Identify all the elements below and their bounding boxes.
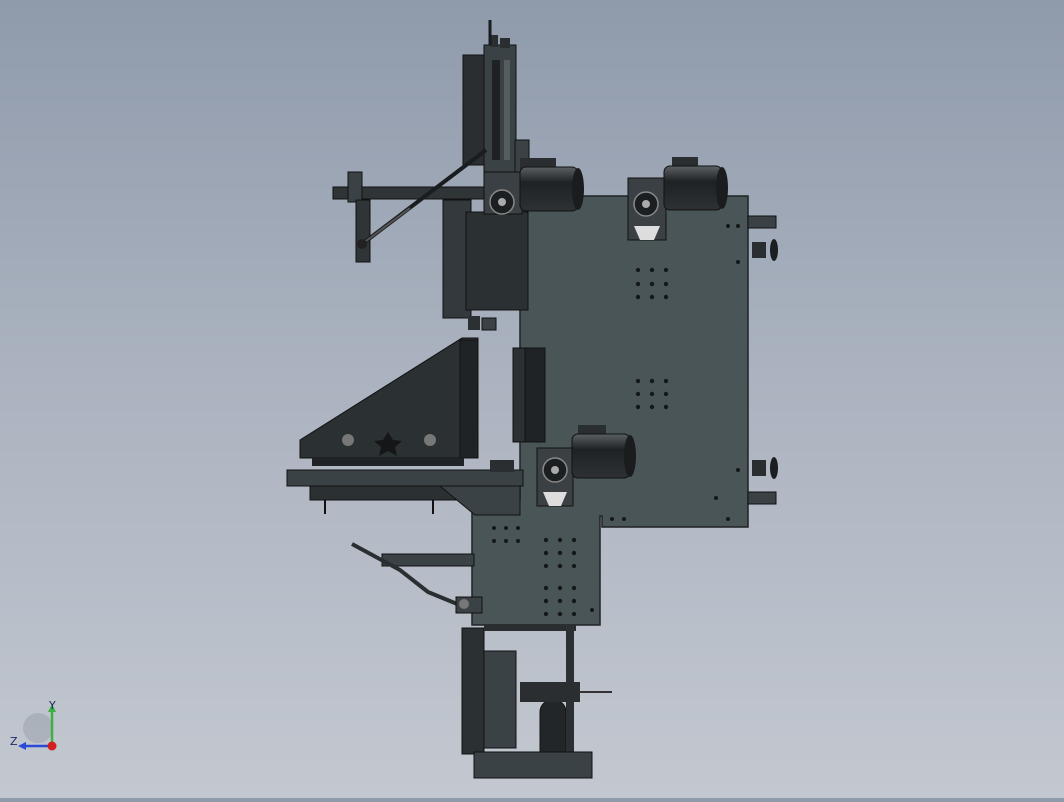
bottom-frame [461,625,612,779]
machine-assembly-model[interactable] [0,0,1064,798]
cad-viewport[interactable] [0,0,1064,798]
right-side-adjusters [747,215,778,505]
sensor-arm [351,542,483,614]
triangular-feeder [299,337,479,466]
center-bracket [512,347,546,443]
triad-graphic: Y Z [10,699,57,751]
orientation-triad[interactable]: Y Z [8,698,68,758]
x-axis-dot [47,741,57,751]
triad-z-label: Z [10,735,18,748]
vertical-column-assembly [462,20,530,181]
lower-rail [286,460,524,516]
upper-gearbox [442,199,529,331]
triad-y-label: Y [48,699,56,712]
